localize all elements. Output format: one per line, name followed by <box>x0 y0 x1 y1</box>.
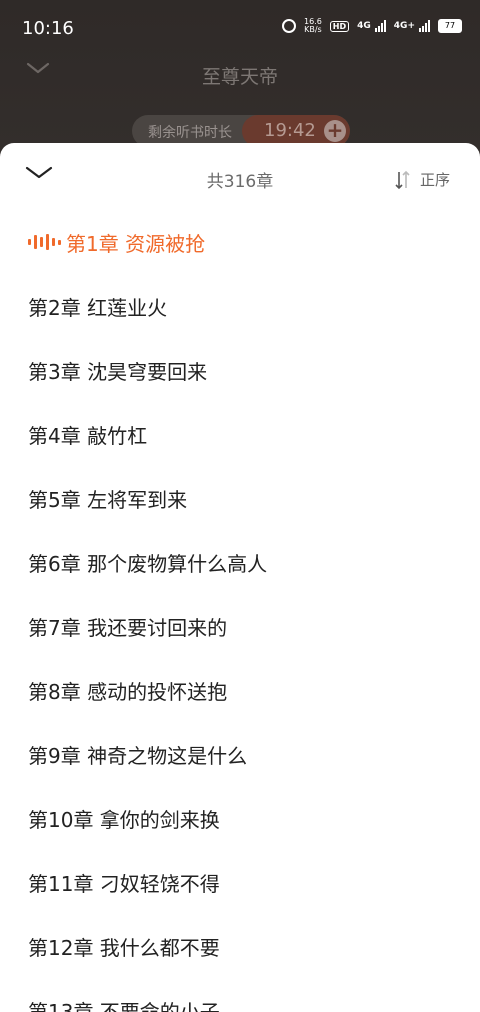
sort-label: 正序 <box>419 171 450 189</box>
chapter-item-4[interactable]: 第4章 敲竹杠 <box>0 401 480 465</box>
sort-icon <box>395 170 410 189</box>
status-icons: 16.6 KB/s HD 4G 4G+ 77 <box>281 17 462 34</box>
chapter-item-8[interactable]: 第8章 感动的投怀送抱 <box>0 657 480 721</box>
chapter-item-13[interactable]: 第13章 不要命的小子 <box>0 977 480 1012</box>
status-bar: 10:16 16.6 KB/s HD 4G 4G+ 77 <box>0 0 480 56</box>
chapter-label: 第5章 左将军到来 <box>28 488 188 512</box>
chapter-label: 第3章 沈昊穹要回来 <box>28 360 208 384</box>
chapter-list-sheet: 共316章 正序 第1章 资源被抢 第2章 红莲业火 第3章 沈昊穹要回来 第4… <box>0 143 480 1012</box>
chapter-list: 第1章 资源被抢 第2章 红莲业火 第3章 沈昊穹要回来 第4章 敲竹杠 第5章… <box>0 209 480 1012</box>
alarm-icon <box>281 19 296 33</box>
chapter-label: 第6章 那个废物算什么高人 <box>28 552 268 576</box>
status-time: 10:16 <box>22 18 74 39</box>
network-4gplus-label: 4G+ <box>393 21 415 31</box>
signal-icon <box>374 20 386 32</box>
chapter-label: 第13章 不要命的小子 <box>28 1000 220 1012</box>
chapter-label: 第1章 资源被抢 <box>66 232 206 256</box>
chapter-label: 第10章 拿你的剑来换 <box>28 808 220 832</box>
chapter-item-3[interactable]: 第3章 沈昊穹要回来 <box>0 337 480 401</box>
chapter-label: 第7章 我还要讨回来的 <box>28 616 228 640</box>
chapter-item-5[interactable]: 第5章 左将军到来 <box>0 465 480 529</box>
chapter-item-6[interactable]: 第6章 那个废物算什么高人 <box>0 529 480 593</box>
chapter-label: 第9章 神奇之物这是什么 <box>28 744 248 768</box>
listen-time-label: 剩余听书时长 <box>148 125 232 141</box>
signal-icon-2 <box>419 20 430 32</box>
chapter-label: 第2章 红莲业火 <box>28 296 168 320</box>
chapter-item-1[interactable]: 第1章 资源被抢 <box>0 209 480 273</box>
chapter-item-10[interactable]: 第10章 拿你的剑来换 <box>0 785 480 849</box>
network-speed: 16.6 KB/s <box>303 17 322 34</box>
chapter-item-11[interactable]: 第11章 刁奴轻饶不得 <box>0 849 480 913</box>
chapter-item-7[interactable]: 第7章 我还要讨回来的 <box>0 593 480 657</box>
playing-wave-icon <box>28 234 61 250</box>
add-time-button[interactable]: + <box>324 120 346 142</box>
network-4g-label: 4G <box>357 21 371 31</box>
chapter-label: 第11章 刁奴轻饶不得 <box>28 872 220 896</box>
book-title: 至尊天帝 <box>201 66 278 88</box>
sort-order-button[interactable]: 正序 <box>394 169 450 190</box>
battery-icon: 77 <box>438 19 462 33</box>
chapter-item-12[interactable]: 第12章 我什么都不要 <box>0 913 480 977</box>
chapter-label: 第4章 敲竹杠 <box>28 424 148 448</box>
chapter-label: 第12章 我什么都不要 <box>28 936 220 960</box>
chapter-item-9[interactable]: 第9章 神奇之物这是什么 <box>0 721 480 785</box>
chapter-item-2[interactable]: 第2章 红莲业火 <box>0 273 480 337</box>
hd-icon: HD <box>329 20 350 32</box>
listen-time-value: 19:42 <box>264 120 316 141</box>
chapter-label: 第8章 感动的投怀送抱 <box>28 680 228 704</box>
